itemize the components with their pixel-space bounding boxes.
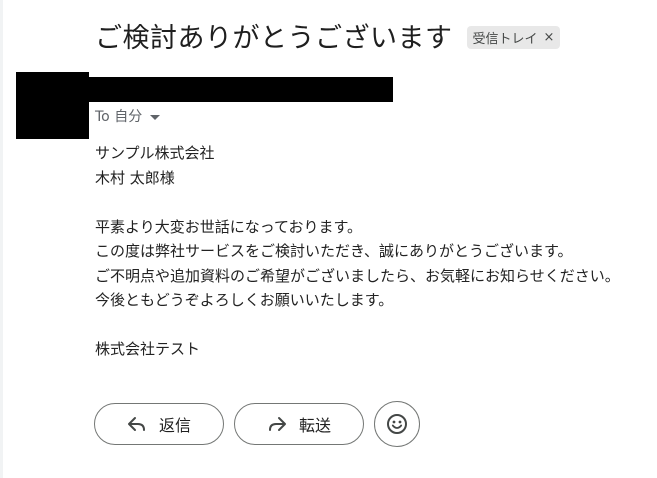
body-line: ご不明点や追加資料のご希望がございましたら、お気軽にお知らせください。 — [95, 266, 620, 285]
emoji-reaction-button[interactable] — [374, 401, 420, 447]
body-line: この度は弊社サービスをご検討いただき、誠にありがとうございます。 — [95, 242, 573, 260]
sender-name-redacted — [89, 77, 393, 102]
body-line: サンプル株式会社 — [95, 144, 215, 162]
body-line: 今後ともどうぞよろしくお願いいたします。 — [95, 291, 394, 309]
subject-row: ご検討ありがとうございます 受信トレイ × — [95, 16, 561, 55]
forward-icon — [267, 416, 287, 432]
recipient-details-toggle[interactable]: To 自分 — [95, 106, 161, 126]
body-line: 平素より大変お世話になっております。 — [95, 217, 363, 236]
left-edge-divider — [0, 0, 3, 478]
message-actions: 返信 転送 — [94, 401, 420, 447]
sender-avatar-redacted — [16, 72, 89, 139]
reply-button[interactable]: 返信 — [94, 403, 224, 445]
email-subject: ご検討ありがとうございます — [95, 23, 453, 54]
recipient-text: To 自分 — [95, 109, 143, 125]
inbox-label-chip[interactable]: 受信トレイ × — [466, 26, 561, 49]
inbox-label-text: 受信トレイ — [472, 32, 538, 47]
chevron-down-icon — [150, 114, 161, 120]
body-line — [95, 190, 655, 215]
forward-button[interactable]: 転送 — [234, 403, 364, 445]
email-body: サンプル株式会社 木村 太郎様 平素より大変お世話になっております。 この度は弊… — [95, 141, 655, 362]
body-line: 木村 太郎様 — [95, 168, 175, 187]
reply-label: 返信 — [158, 416, 191, 435]
body-line — [95, 313, 655, 338]
forward-label: 転送 — [298, 416, 331, 435]
body-line: 株式会社テスト — [95, 340, 201, 358]
reply-icon — [127, 416, 147, 432]
close-icon[interactable]: × — [544, 30, 555, 45]
emoji-icon — [386, 413, 408, 435]
